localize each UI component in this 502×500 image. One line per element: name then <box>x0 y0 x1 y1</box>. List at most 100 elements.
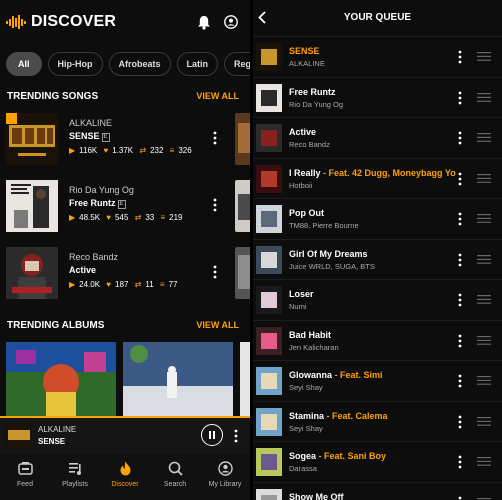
queue-item-title: Bad Habit <box>289 329 332 340</box>
view-all-songs-link[interactable]: VIEW ALL <box>196 91 239 101</box>
drag-handle-icon[interactable] <box>477 335 491 345</box>
like-count: 187 <box>115 280 129 289</box>
mini-player-art <box>6 423 32 449</box>
drag-handle-icon[interactable] <box>477 254 491 264</box>
queue-item-title: Pop Out <box>289 208 324 218</box>
more-options-icon[interactable] <box>212 131 218 145</box>
chip-all[interactable]: All <box>6 52 42 76</box>
more-options-icon[interactable] <box>457 253 463 267</box>
chip-reggae[interactable]: Regga <box>224 52 250 76</box>
playlist-count: 77 <box>168 280 178 289</box>
queue-item[interactable]: Girl Of My Dreams Juice WRLD, SUGA, BTS <box>253 238 502 279</box>
chip-hip-hop[interactable]: Hip-Hop <box>47 52 103 76</box>
next-card-peek <box>235 247 250 299</box>
song-row[interactable]: Rio Da Yung Og Free Runtz E ▶ 48.5K ♥ 545 ⇄… <box>0 180 250 236</box>
drag-handle-icon[interactable] <box>477 92 491 102</box>
drag-handle-icon[interactable] <box>477 457 491 466</box>
more-options-icon[interactable] <box>457 455 463 469</box>
more-options-icon[interactable] <box>457 50 463 64</box>
page-title: DISCOVER <box>31 13 117 30</box>
queue-item[interactable]: Sogea - Feat. Sani Boy Darassa <box>253 441 502 481</box>
album-card[interactable] <box>123 342 233 416</box>
drag-handle-icon[interactable] <box>477 173 491 183</box>
drag-handle-icon[interactable] <box>477 295 491 304</box>
notifications-bell-icon[interactable] <box>197 15 211 30</box>
search-icon <box>168 461 183 476</box>
more-options-icon[interactable] <box>212 198 218 212</box>
queue-item-art <box>256 83 282 112</box>
explicit-badge: E <box>117 200 126 209</box>
mini-player[interactable]: ALKALINE SENSE <box>0 416 250 454</box>
page-title: YOUR QUEUE <box>343 12 412 23</box>
section-title: TRENDING ALBUMS <box>7 320 105 331</box>
featured-artists: - Feat. 42 Dugg, Moneybagg Yo <box>320 167 456 178</box>
queue-item[interactable]: Pop Out TM88, Pierre Bourne <box>253 198 502 238</box>
tab-playlists[interactable]: Playlists <box>50 454 100 500</box>
song-title: SENSE E <box>69 131 110 142</box>
chip-afrobeats[interactable]: Afrobeats <box>108 52 171 76</box>
queue-item-artist: Reco Bandz <box>289 140 330 149</box>
queue-item-artist: Seyi Shay <box>289 383 323 392</box>
queue-item-art <box>256 326 282 355</box>
more-options-icon[interactable] <box>457 293 463 307</box>
like-count: 1.37K <box>112 146 134 155</box>
genre-filter-chips: AllHip-HopAfrobeatsLatinRegga <box>6 52 250 76</box>
account-icon[interactable] <box>224 15 238 29</box>
more-options-icon[interactable] <box>457 496 463 500</box>
drag-handle-icon[interactable] <box>477 416 491 426</box>
more-options-icon[interactable] <box>457 334 463 348</box>
more-options-icon[interactable] <box>457 91 463 105</box>
chip-latin[interactable]: Latin <box>176 52 219 76</box>
more-options-icon[interactable] <box>457 212 463 226</box>
queue-item-art <box>256 124 282 152</box>
repost-count: 33 <box>145 213 155 222</box>
trending-albums-header: TRENDING ALBUMS VIEW ALL <box>7 320 239 334</box>
more-options-icon[interactable] <box>457 131 463 145</box>
queue-item-artist: Rio Da Yung Og <box>289 99 344 109</box>
song-row[interactable]: Reco Bandz Active ▶ 24.0K ♥ 187 ⇄ 11 ≡ 77 <box>0 247 250 303</box>
tab-my-library[interactable]: My Library <box>200 454 250 500</box>
drag-handle-icon[interactable] <box>477 133 491 142</box>
bottom-tab-bar: Feed Playlists Discover Search My Librar… <box>0 454 250 500</box>
queue-item-artist: Darassa <box>289 464 317 473</box>
next-card-peek <box>235 180 250 232</box>
like-count: 545 <box>115 213 129 222</box>
more-options-icon[interactable] <box>233 429 239 443</box>
drag-handle-icon[interactable] <box>477 214 491 223</box>
drag-handle-icon[interactable] <box>477 52 491 61</box>
view-all-albums-link[interactable]: VIEW ALL <box>196 320 239 330</box>
queue-item-title: Stamina - Feat. Calema <box>289 410 388 421</box>
more-options-icon[interactable] <box>457 172 463 186</box>
queue-item-title: Active <box>289 127 317 137</box>
queue-item[interactable]: Loser Numi <box>253 279 502 319</box>
drag-handle-icon[interactable] <box>477 376 491 385</box>
song-row[interactable]: ALKALINE SENSE E ▶ 116K ♥ 1.37K ⇄ 232 ≡ 326 <box>0 113 250 169</box>
queue-item-art <box>256 245 282 274</box>
queue-item[interactable]: Free Runtz Rio Da Yung Og <box>253 76 502 117</box>
tab-search[interactable]: Search <box>150 454 200 500</box>
explicit-badge: E <box>101 133 110 142</box>
queue-item[interactable]: Show Me Off <box>253 481 502 500</box>
album-card[interactable] <box>6 342 116 416</box>
queue-item-title: Glowanna - Feat. Simi <box>289 370 383 380</box>
tab-discover[interactable]: Discover <box>100 454 150 500</box>
queue-item-artist: Juice WRLD, SUGA, BTS <box>289 261 375 271</box>
song-title: Free Runtz E <box>69 198 126 209</box>
queue-item[interactable]: SENSE ALKALINE <box>253 36 502 76</box>
pause-button[interactable] <box>201 424 223 446</box>
queue-item[interactable]: Active Reco Bandz <box>253 117 502 157</box>
mini-player-title: SENSE <box>38 437 66 446</box>
queue-item[interactable]: Glowanna - Feat. Simi Seyi Shay <box>253 360 502 400</box>
queue-item-art <box>256 43 282 71</box>
song-stats: ▶ 116K ♥ 1.37K ⇄ 232 ≡ 326 <box>69 146 196 155</box>
flame-icon <box>120 461 131 476</box>
tab-feed[interactable]: Feed <box>0 454 50 500</box>
discover-screen: DISCOVER AllHip-HopAfrobeatsLatinRegga T… <box>0 0 250 500</box>
more-options-icon[interactable] <box>457 374 463 388</box>
queue-item[interactable]: Stamina - Feat. Calema Seyi Shay <box>253 400 502 441</box>
queue-item[interactable]: Bad Habit Jen Kalicharan <box>253 319 502 360</box>
more-options-icon[interactable] <box>212 265 218 279</box>
featured-artists: - Feat. Simi <box>332 370 383 380</box>
queue-item[interactable]: I Really - Feat. 42 Dugg, Moneybagg Yo Ho… <box>253 157 502 198</box>
more-options-icon[interactable] <box>457 415 463 429</box>
